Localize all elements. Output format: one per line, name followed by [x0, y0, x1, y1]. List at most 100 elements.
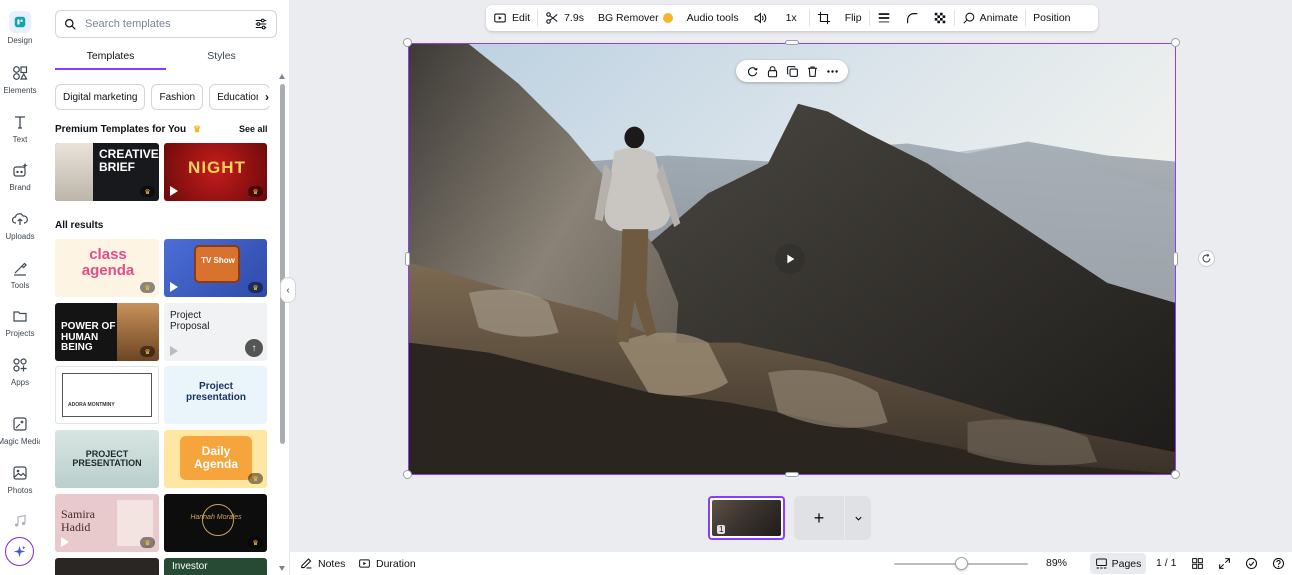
zoom-slider-thumb[interactable]: [954, 557, 968, 570]
rail-item-text[interactable]: Text: [0, 114, 40, 144]
rail-item-label: Apps: [10, 378, 30, 387]
template-thumb[interactable]: Project presentation: [164, 366, 267, 424]
volume-icon: [754, 12, 766, 24]
template-thumb[interactable]: ADORA MONTMINY: [55, 366, 159, 424]
template-thumb[interactable]: POWER OF HUMAN BEING ♛: [55, 303, 159, 361]
text-icon: [15, 116, 25, 129]
resize-handle-left[interactable]: [405, 252, 410, 266]
template-thumb[interactable]: Daily Agenda ♛: [164, 430, 267, 488]
rail-item-magic-media[interactable]: Magic Media: [0, 416, 43, 446]
apps-icon: [13, 358, 27, 372]
template-thumb[interactable]: Samira Hadid ♛: [55, 494, 159, 552]
rail-item-design[interactable]: Design: [0, 11, 40, 45]
rail-item-brand[interactable]: Brand: [0, 162, 40, 192]
volume-button[interactable]: [746, 5, 774, 31]
magic-assistant-button[interactable]: [5, 537, 34, 566]
speed-button[interactable]: 1x: [774, 5, 809, 31]
play-icon: [61, 537, 69, 547]
left-rail: Design Elements Text Brand Uploads Tools…: [0, 0, 43, 575]
page-thumbnail-1[interactable]: 1: [708, 496, 785, 540]
template-thumb[interactable]: NIGHT ♛: [164, 143, 267, 201]
resize-handle-bottom[interactable]: [785, 472, 799, 477]
grid-view-button[interactable]: [1191, 557, 1209, 570]
play-icon: [170, 346, 178, 356]
collapse-panel-button[interactable]: ‹: [280, 277, 296, 303]
page-thumbnail-image: 1: [712, 500, 781, 536]
panel-scrollbar[interactable]: [280, 84, 285, 444]
bg-remover-button[interactable]: BG Remover: [591, 5, 680, 31]
help-button[interactable]: [1272, 557, 1290, 570]
border-style-button[interactable]: [870, 5, 898, 31]
flip-button[interactable]: Flip: [838, 5, 869, 31]
rail-item-tools[interactable]: Tools: [0, 260, 40, 290]
editor-app: Design Elements Text Brand Uploads Tools…: [0, 0, 1292, 575]
border-style-icon: [878, 13, 889, 23]
photos-icon: [13, 466, 27, 480]
animate-button[interactable]: Animate: [955, 5, 1026, 31]
resize-handle-top-left[interactable]: [403, 38, 412, 47]
template-thumb[interactable]: CREATIVE BRIEF ♛: [55, 143, 159, 201]
template-thumb[interactable]: TV Show ♛: [164, 239, 267, 297]
notes-button[interactable]: Notes: [300, 557, 345, 570]
video-play-button[interactable]: [775, 244, 805, 274]
check-button[interactable]: [1245, 557, 1263, 570]
audio-tools-button[interactable]: Audio tools: [680, 5, 746, 31]
resize-handle-top[interactable]: [785, 40, 799, 45]
rail-item-apps[interactable]: Apps: [0, 357, 40, 387]
chip-fashion[interactable]: Fashion: [151, 84, 204, 110]
page-counter: 1 / 1: [1156, 557, 1177, 569]
replace-icon[interactable]: [746, 65, 759, 78]
magic-media-icon: [13, 417, 27, 431]
see-all-link[interactable]: See all: [239, 124, 268, 134]
more-options-icon[interactable]: [826, 65, 839, 78]
duration-button[interactable]: Duration: [358, 557, 416, 570]
rail-item-label: Brand: [9, 183, 31, 192]
rotate-handle[interactable]: [1198, 250, 1215, 267]
resize-handle-top-right[interactable]: [1171, 38, 1180, 47]
add-page-options-button[interactable]: [845, 496, 871, 540]
template-thumb[interactable]: Project Proposal ↑: [164, 303, 267, 361]
edit-button[interactable]: Edit: [486, 5, 537, 31]
chip-digital-marketing[interactable]: Digital marketing: [55, 84, 146, 110]
rail-item-photos[interactable]: Photos: [0, 465, 40, 495]
template-thumb[interactable]: Investor: [164, 558, 267, 575]
help-icon: [1272, 557, 1285, 570]
crown-icon: ♛: [192, 124, 202, 134]
chevron-down-icon: [854, 516, 862, 521]
resize-handle-right[interactable]: [1173, 252, 1178, 266]
rail-item-uploads[interactable]: Uploads: [0, 211, 40, 241]
tab-templates[interactable]: Templates: [55, 48, 166, 70]
check-circle-icon: [1245, 557, 1258, 570]
uploads-icon: [12, 213, 28, 225]
scroll-up-arrow[interactable]: [279, 74, 285, 79]
transparency-button[interactable]: [926, 5, 954, 31]
duplicate-icon[interactable]: [786, 65, 799, 78]
filter-icon[interactable]: [254, 17, 268, 31]
template-thumb[interactable]: [55, 558, 159, 575]
sparkle-icon: [13, 545, 26, 558]
rail-item-projects[interactable]: Projects: [0, 308, 40, 338]
corner-rounding-button[interactable]: [898, 5, 926, 31]
fullscreen-button[interactable]: [1218, 557, 1236, 570]
add-page-button[interactable]: +: [794, 496, 844, 540]
tab-styles[interactable]: Styles: [166, 48, 277, 70]
rail-item-elements[interactable]: Elements: [0, 65, 40, 95]
crop-button[interactable]: [810, 5, 838, 31]
chevron-right-icon[interactable]: ›: [258, 88, 276, 106]
rail-item-label: Design: [7, 36, 33, 45]
lock-icon[interactable]: [766, 65, 779, 78]
resize-handle-bottom-left[interactable]: [403, 470, 412, 479]
rail-item-audio[interactable]: [0, 513, 40, 534]
template-thumb[interactable]: PROJECT PRESENTATION: [55, 430, 159, 488]
search-input[interactable]: [85, 18, 254, 30]
position-button[interactable]: Position: [1026, 5, 1077, 31]
template-thumb[interactable]: Hannah Morales ♛: [164, 494, 267, 552]
trash-icon[interactable]: [806, 65, 819, 78]
premium-crown-icon: ♛: [140, 537, 155, 548]
zoom-level[interactable]: 89%: [1046, 557, 1067, 569]
template-thumb[interactable]: class agenda ♛: [55, 239, 159, 297]
pages-button[interactable]: Pages: [1090, 553, 1146, 574]
scroll-down-arrow[interactable]: [279, 566, 285, 571]
resize-handle-bottom-right[interactable]: [1171, 470, 1180, 479]
trim-button[interactable]: 7.9s: [538, 5, 591, 31]
